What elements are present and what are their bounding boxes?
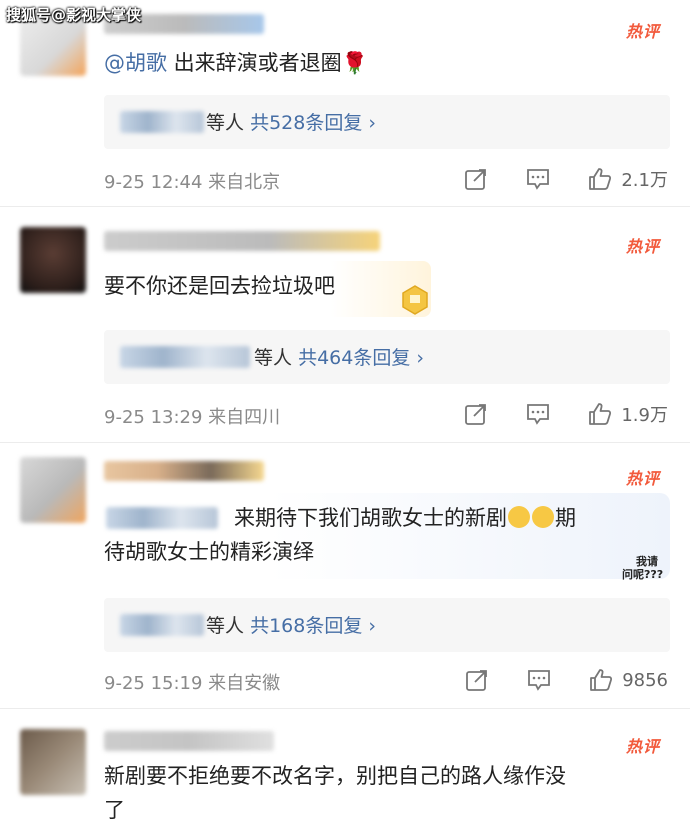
like-icon[interactable]	[587, 166, 613, 192]
reply-label: 等人 共528条回复 ›	[206, 112, 376, 134]
reply-summary[interactable]: 等人 共464条回复 ›	[104, 330, 670, 384]
rose-icon: 🌹	[341, 51, 368, 75]
hot-badge: 热评	[625, 237, 660, 256]
comment-meta: 9-25 12:44 来自北京	[104, 172, 281, 193]
like-count: 2.1万	[621, 170, 668, 191]
share-icon[interactable]	[463, 401, 489, 427]
like-count: 9856	[622, 669, 668, 691]
chevron-right-icon: ›	[368, 615, 376, 637]
comment-meta: 9-25 15:19 来自安徽	[104, 673, 281, 694]
action-bar: 1.9万	[427, 399, 668, 429]
comment-text-line1: 新剧要不拒绝要不改名字，别把自己的路人缘作没	[104, 764, 566, 788]
avatar[interactable]	[20, 457, 86, 523]
comment-icon[interactable]	[525, 166, 551, 192]
reply-label: 等人 共168条回复 ›	[206, 615, 376, 637]
comment-body: 出来辞演或者退圈	[167, 51, 342, 75]
hot-badge: 热评	[625, 737, 660, 756]
share-icon[interactable]	[464, 667, 490, 693]
share-icon[interactable]	[463, 166, 489, 192]
reply-count-link[interactable]: 共464条回复	[298, 347, 410, 369]
replier-names	[120, 111, 204, 133]
like-count: 1.9万	[621, 405, 668, 426]
like-icon[interactable]	[588, 667, 614, 693]
replier-names	[120, 346, 250, 368]
avatar[interactable]	[20, 227, 86, 293]
comment-4: 热评 新剧要不拒绝要不改名字，别把自己的路人缘作没 了	[0, 709, 690, 838]
comment-2: 热评 要不你还是回去捡垃圾吧 等人 共464条回复 › 9-25 13:29 来…	[0, 207, 690, 442]
comment-meta: 9-25 13:29 来自四川	[104, 407, 281, 428]
hot-badge: 热评	[625, 22, 660, 41]
hot-badge: 热评	[625, 469, 660, 488]
reply-summary[interactable]: 等人 共528条回复 ›	[104, 95, 670, 149]
reply-summary[interactable]: 等人 共168条回复 ›	[104, 598, 670, 652]
chevron-right-icon: ›	[368, 112, 376, 134]
comment-text-line1: 来期待下我们胡歌女士的新剧期	[234, 506, 576, 530]
comment-icon[interactable]	[526, 667, 552, 693]
chevron-right-icon: ›	[416, 347, 424, 369]
comment-1: 热评 @胡歌 出来辞演或者退圈🌹 等人 共528条回复 › 9-25 12:44…	[0, 0, 690, 205]
badge-icon	[402, 285, 428, 315]
like-icon[interactable]	[587, 401, 613, 427]
action-bar: 9856	[428, 665, 668, 695]
comment-icon[interactable]	[525, 401, 551, 427]
comment-text: @胡歌 出来辞演或者退圈🌹	[104, 46, 650, 80]
avatar[interactable]	[20, 729, 86, 795]
comment-3: 热评 来期待下我们胡歌女士的新剧期 待胡歌女士的精彩演绎 我请 问呢??? 等人…	[0, 443, 690, 708]
quoted-user	[106, 507, 218, 529]
reply-count-link[interactable]: 共528条回复	[250, 112, 362, 134]
comment-text: 要不你还是回去捡垃圾吧	[104, 274, 335, 298]
mention-link[interactable]: @胡歌	[104, 51, 167, 75]
replier-names	[120, 614, 204, 636]
sticker: 我请 问呢???	[622, 555, 664, 581]
username[interactable]	[104, 731, 274, 751]
comment-text-line2: 了	[104, 798, 125, 822]
reply-count-link[interactable]: 共168条回复	[250, 615, 362, 637]
comment-text-line2: 待胡歌女士的精彩演绎	[104, 540, 314, 564]
cry-emoji-icon	[508, 506, 530, 528]
reply-label: 等人 共464条回复 ›	[254, 347, 424, 369]
watermark: 搜狐号@影视大掌侠	[6, 6, 142, 24]
username[interactable]	[104, 231, 380, 251]
username[interactable]	[104, 461, 264, 481]
cry-emoji-icon	[532, 506, 554, 528]
action-bar: 2.1万	[427, 164, 668, 194]
